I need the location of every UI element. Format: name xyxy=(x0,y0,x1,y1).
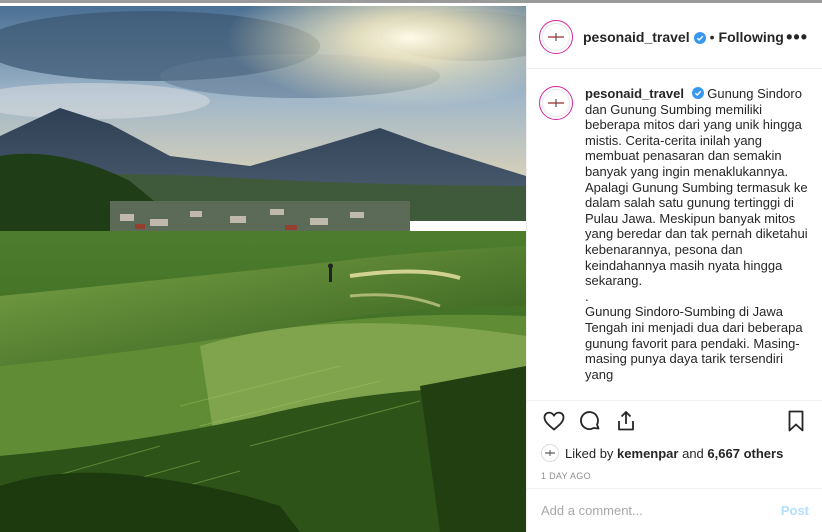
likes-connector: and xyxy=(682,445,704,461)
comment-input[interactable]: Add a comment... xyxy=(541,503,643,518)
post-actions: Liked by kemenpar and 6,667 others 1 DAY… xyxy=(527,400,822,489)
liker-logo-icon xyxy=(545,450,555,456)
comment-icon[interactable] xyxy=(577,408,603,434)
post-header: pesonaid_travel • Following ••• xyxy=(527,6,822,69)
post-timestamp[interactable]: 1 DAY AGO xyxy=(541,471,809,489)
caption-paragraph-2: Gunung Sindoro-Sumbing di Jawa Tengah in… xyxy=(585,304,803,382)
caption-username[interactable]: pesonaid_travel xyxy=(585,86,684,101)
more-options-button[interactable]: ••• xyxy=(786,27,808,48)
post-window: pesonaid_travel • Following ••• pesonaid… xyxy=(0,0,822,532)
post-sidebar: pesonaid_travel • Following ••• pesonaid… xyxy=(526,6,822,532)
likes-count[interactable]: 6,667 others xyxy=(707,446,783,461)
verified-badge-icon xyxy=(691,87,704,99)
bookmark-icon[interactable] xyxy=(783,408,809,434)
avatar[interactable] xyxy=(539,86,573,120)
comment-box: Add a comment... Post xyxy=(527,488,822,532)
share-icon[interactable] xyxy=(613,408,639,434)
post-username[interactable]: pesonaid_travel xyxy=(583,29,690,45)
likes-prefix: Liked by xyxy=(565,445,614,461)
likes-summary: Liked by kemenpar and 6,667 others xyxy=(541,441,809,465)
brand-logo-icon xyxy=(548,99,564,107)
caption-area[interactable]: pesonaid_travel Gunung Sindoro dan Gunun… xyxy=(527,70,822,397)
verified-badge-icon xyxy=(693,31,706,44)
caption-text: pesonaid_travel Gunung Sindoro dan Gunun… xyxy=(585,86,809,397)
caption-paragraph-1: Gunung Sindoro dan Gunung Sumbing memili… xyxy=(585,86,808,289)
heart-icon[interactable] xyxy=(541,408,567,434)
caption-separator: . xyxy=(585,288,589,304)
brand-logo-icon xyxy=(548,33,564,41)
liker-username[interactable]: kemenpar xyxy=(617,446,678,461)
post-comment-button[interactable]: Post xyxy=(781,503,809,518)
caption-paragraph: pesonaid_travel Gunung Sindoro dan Gunun… xyxy=(585,86,809,289)
avatar[interactable] xyxy=(539,20,573,54)
landscape-image xyxy=(0,6,526,532)
follow-separator: • xyxy=(709,29,715,45)
following-button[interactable]: Following xyxy=(719,29,784,45)
post-photo[interactable] xyxy=(0,6,526,532)
liker-avatar[interactable] xyxy=(541,444,559,462)
